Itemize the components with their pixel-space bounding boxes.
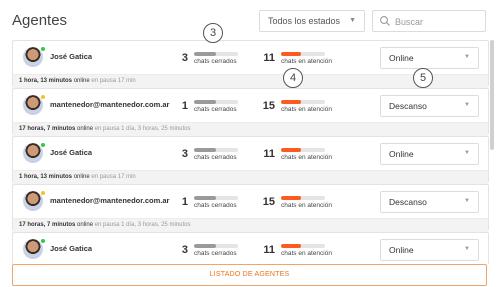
chats-closed-bar-fill bbox=[194, 100, 216, 104]
chats-attention-count: 15 bbox=[262, 196, 275, 208]
agent-state-select[interactable]: Online ▼ bbox=[380, 239, 479, 261]
agent-card: José Gatica 3 chats cerrados 11 chats en… bbox=[12, 232, 489, 264]
agent-state-select[interactable]: Online ▼ bbox=[380, 47, 479, 69]
online-word: online bbox=[73, 174, 90, 180]
status-dot bbox=[40, 94, 46, 100]
chats-closed-bar-fill bbox=[194, 148, 216, 152]
chats-attention-bar bbox=[281, 100, 325, 104]
chats-attention-bar bbox=[281, 148, 325, 152]
chats-attention-label: chats en atención bbox=[281, 250, 332, 257]
chats-attention-label: chats en atención bbox=[281, 154, 332, 161]
pause-text: en pausa 1 día, 3 horas, 25 minutos bbox=[94, 222, 191, 228]
header: Agentes Todos los estados ▼ bbox=[0, 0, 499, 40]
agent-name: mantenedor@mantenedor.com.ar bbox=[50, 196, 170, 205]
online-time: 17 horas, 7 minutos bbox=[19, 222, 76, 228]
chats-closed-bar bbox=[194, 244, 238, 248]
chats-attention-bar bbox=[281, 196, 325, 200]
status-dot bbox=[40, 46, 46, 52]
agent-card: mantenedor@mantenedor.com.ar 1 chats cer… bbox=[12, 184, 489, 232]
chevron-down-icon: ▼ bbox=[464, 246, 470, 252]
pause-text: en pausa 17 min bbox=[91, 78, 136, 84]
pause-text: en pausa 17 min bbox=[91, 174, 136, 180]
chats-attention-bar-fill bbox=[281, 100, 301, 104]
agent-state-select[interactable]: Online ▼ bbox=[380, 143, 479, 165]
chats-closed-bar-fill bbox=[194, 52, 216, 56]
chats-closed-label: chats cerrados bbox=[194, 106, 237, 113]
chats-closed-label: chats cerrados bbox=[194, 202, 237, 209]
chats-closed-label: chats cerrados bbox=[194, 154, 237, 161]
agent-activity: 1 hora, 13 minutos online en pausa 17 mi… bbox=[13, 170, 488, 184]
chats-closed-bar bbox=[194, 52, 238, 56]
chats-closed-count: 1 bbox=[181, 196, 188, 208]
agent-name: mantenedor@mantenedor.com.ar bbox=[50, 100, 170, 109]
agent-name: José Gatica bbox=[50, 148, 93, 157]
chats-closed-bar bbox=[194, 148, 238, 152]
online-word: online bbox=[77, 126, 94, 132]
agent-card: mantenedor@mantenedor.com.ar 1 chats cer… bbox=[12, 88, 489, 136]
chats-closed-count: 3 bbox=[181, 244, 188, 256]
chevron-down-icon: ▼ bbox=[464, 102, 470, 108]
callout-marker-4: 4 bbox=[283, 68, 303, 88]
status-dot bbox=[40, 238, 46, 244]
agent-activity: 17 horas, 7 minutos online en pausa 1 dí… bbox=[13, 218, 488, 232]
online-time: 1 hora, 13 minutos bbox=[19, 78, 73, 84]
online-word: online bbox=[73, 78, 90, 84]
online-time: 1 hora, 13 minutos bbox=[19, 174, 73, 180]
chevron-down-icon: ▼ bbox=[464, 54, 470, 60]
chats-attention-bar-fill bbox=[281, 52, 301, 56]
agent-state-select[interactable]: Descanso ▼ bbox=[380, 191, 479, 213]
chats-attention-bar bbox=[281, 244, 325, 248]
chevron-down-icon: ▼ bbox=[464, 150, 470, 156]
chats-attention-count: 11 bbox=[263, 52, 275, 64]
agent-state-value: Descanso bbox=[389, 101, 427, 111]
chats-closed-count: 3 bbox=[181, 148, 188, 160]
agent-state-value: Online bbox=[389, 53, 414, 63]
agent-state-select[interactable]: Descanso ▼ bbox=[380, 95, 479, 117]
chats-closed-bar bbox=[194, 100, 238, 104]
agent-state-value: Online bbox=[389, 149, 414, 159]
online-time: 17 horas, 7 minutos bbox=[19, 126, 76, 132]
agent-card: José Gatica 3 chats cerrados 11 chats en… bbox=[12, 136, 489, 184]
chats-attention-count: 15 bbox=[262, 100, 275, 112]
page-title: Agentes bbox=[12, 12, 68, 29]
agent-state-value: Descanso bbox=[389, 197, 427, 207]
agent-state-value: Online bbox=[389, 245, 414, 255]
chats-closed-bar bbox=[194, 196, 238, 200]
agent-name: José Gatica bbox=[50, 52, 93, 61]
status-dot bbox=[40, 190, 46, 196]
list-scrollbar[interactable] bbox=[490, 40, 494, 150]
chats-closed-count: 1 bbox=[181, 100, 188, 112]
status-filter-value: Todos los estados bbox=[268, 16, 341, 26]
search-box[interactable] bbox=[372, 10, 486, 32]
chats-attention-label: chats en atención bbox=[281, 58, 332, 65]
chats-closed-label: chats cerrados bbox=[194, 58, 237, 65]
chats-closed-label: chats cerrados bbox=[194, 250, 237, 257]
search-input[interactable] bbox=[395, 15, 481, 28]
callout-marker-3: 3 bbox=[203, 23, 223, 43]
chats-closed-count: 3 bbox=[181, 52, 188, 64]
agent-list-button[interactable]: LISTADO DE AGENTES bbox=[12, 264, 487, 286]
chats-closed-bar-fill bbox=[194, 244, 216, 248]
pause-text: en pausa 1 día, 3 horas, 25 minutos bbox=[94, 126, 191, 132]
agent-activity: 17 horas, 7 minutos online en pausa 1 dí… bbox=[13, 122, 488, 136]
callout-marker-5: 5 bbox=[413, 68, 433, 88]
chats-attention-bar bbox=[281, 52, 325, 56]
chats-closed-bar-fill bbox=[194, 196, 216, 200]
chevron-down-icon: ▼ bbox=[349, 17, 356, 24]
chats-attention-count: 11 bbox=[263, 244, 275, 256]
agent-name: José Gatica bbox=[50, 244, 93, 253]
search-icon bbox=[380, 16, 390, 26]
chats-attention-bar-fill bbox=[281, 244, 301, 248]
chats-attention-label: chats en atención bbox=[281, 202, 332, 209]
chats-attention-label: chats en atención bbox=[281, 106, 332, 113]
chats-attention-count: 11 bbox=[263, 148, 275, 160]
chats-attention-bar-fill bbox=[281, 196, 301, 200]
status-dot bbox=[40, 142, 46, 148]
chevron-down-icon: ▼ bbox=[464, 198, 470, 204]
chats-attention-bar-fill bbox=[281, 148, 301, 152]
status-filter-select[interactable]: Todos los estados ▼ bbox=[259, 10, 365, 32]
online-word: online bbox=[77, 222, 94, 228]
